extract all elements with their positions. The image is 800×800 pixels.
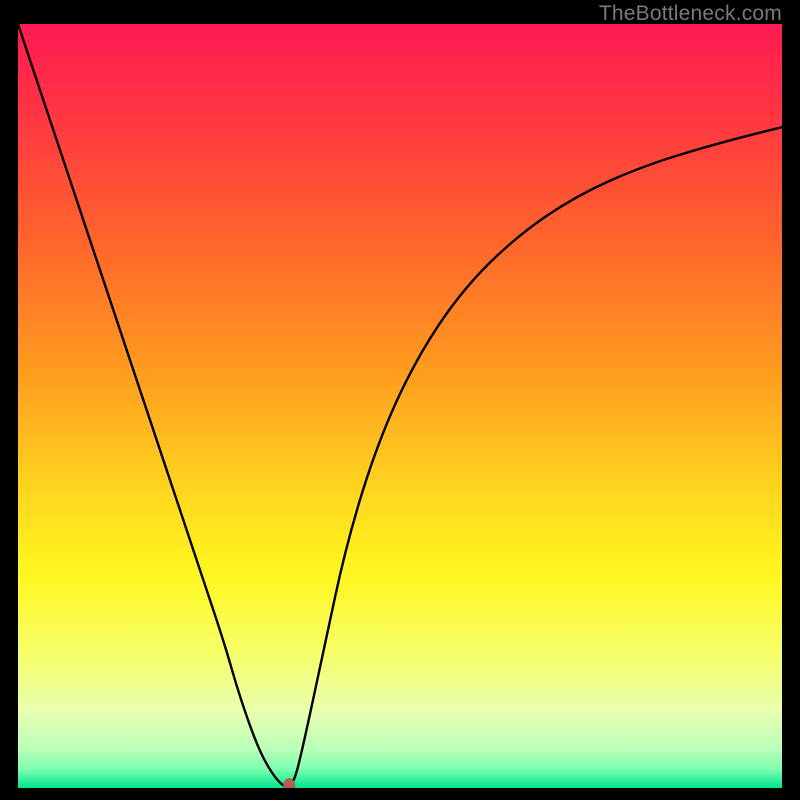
bottleneck-chart (18, 24, 782, 788)
gradient-background (18, 24, 782, 788)
watermark-text: TheBottleneck.com (599, 2, 782, 26)
chart-frame (18, 24, 782, 788)
